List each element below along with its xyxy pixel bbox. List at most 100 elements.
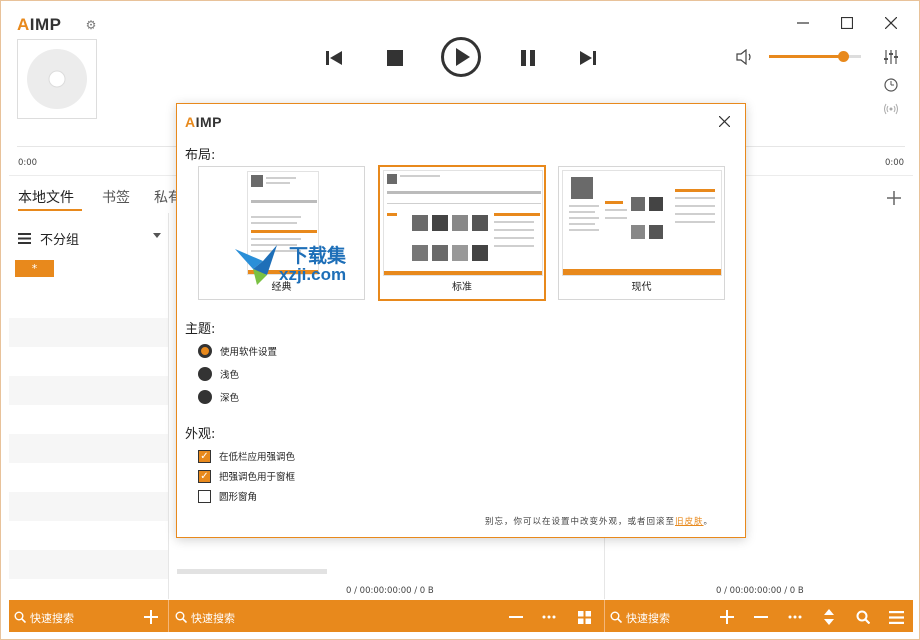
- layout-preview-modern: [562, 170, 722, 276]
- volume-speaker-icon[interactable]: [735, 47, 755, 67]
- previous-track-button[interactable]: [321, 45, 347, 71]
- maximize-button[interactable]: [831, 9, 863, 37]
- checkbox-unchecked[interactable]: [198, 489, 211, 503]
- stop-icon: [387, 50, 403, 66]
- layout-option-modern[interactable]: 现代: [558, 166, 725, 300]
- search-icon: [609, 610, 623, 624]
- app-logo: AIMP: [17, 15, 62, 34]
- group-selector-label[interactable]: 不分组: [40, 229, 79, 248]
- skip-previous-icon: [326, 51, 342, 65]
- list-stripe: [9, 318, 168, 347]
- minus-icon: [754, 616, 768, 618]
- dialog-logo: AIMP: [185, 114, 223, 130]
- radio-unselected[interactable]: [198, 367, 212, 381]
- playlist-star-button[interactable]: *: [15, 260, 54, 277]
- more-dots-icon: [542, 615, 556, 619]
- next-track-button[interactable]: [575, 45, 601, 71]
- tab-underline: [18, 209, 82, 211]
- plus-icon: [144, 610, 158, 624]
- theme-section-title: 主题:: [185, 322, 216, 337]
- tab-bookmarks[interactable]: 书签: [102, 187, 130, 207]
- volume-slider-fill: [769, 55, 843, 58]
- watermark-bird-icon: [235, 245, 277, 285]
- appearance-wizard-dialog: AIMP 布局: 经典 标准 现代 主题: 使用软件设置 浅色 深色 外观: ✓…: [176, 103, 746, 538]
- remove-button-middle[interactable]: [508, 609, 524, 625]
- list-stripe: [9, 550, 168, 579]
- skip-next-icon: [580, 51, 596, 65]
- add-button-right[interactable]: [719, 609, 735, 625]
- playlist-status-right: 0 / 00:00:00:00 / 0 B: [716, 586, 804, 596]
- pause-button[interactable]: [515, 45, 541, 71]
- search-input-right[interactable]: 快速搜索: [626, 610, 670, 626]
- main-menu-button[interactable]: [888, 609, 904, 625]
- minimize-button[interactable]: [787, 9, 819, 37]
- radio-unselected[interactable]: [198, 390, 212, 404]
- stop-button[interactable]: [382, 45, 408, 71]
- playlist-status-middle: 0 / 00:00:00:00 / 0 B: [346, 586, 434, 596]
- checkbox-checked[interactable]: ✓: [198, 449, 211, 463]
- aimp-main-window: AIMP ⚙ 0:00 0:00 本地文件 书签 私 不分组 * 0 / 00:…: [0, 0, 920, 640]
- layout-section-title: 布局:: [185, 148, 216, 163]
- horizontal-scrollbar[interactable]: [177, 569, 327, 574]
- disc-icon: [27, 49, 87, 109]
- plus-icon: [887, 191, 901, 205]
- sort-button[interactable]: [821, 608, 837, 626]
- checkbox-checked[interactable]: ✓: [198, 469, 211, 483]
- search-icon: [13, 610, 27, 624]
- menu-icon[interactable]: [17, 231, 31, 245]
- appearance-option-round-corners[interactable]: 圆形窗角: [198, 489, 257, 503]
- volume-slider[interactable]: [769, 51, 861, 62]
- equalizer-button[interactable]: [881, 47, 901, 67]
- search-input-left[interactable]: 快速搜索: [30, 610, 74, 626]
- appearance-option-accent-bottom[interactable]: ✓ 在低栏应用强调色: [198, 449, 295, 463]
- play-button[interactable]: [439, 35, 483, 79]
- magnifier-icon: [856, 610, 870, 624]
- layout-label-standard: 标准: [452, 282, 472, 293]
- legacy-skin-link[interactable]: 旧皮肤: [675, 517, 704, 527]
- chevron-down-icon[interactable]: [153, 233, 161, 238]
- theme-option-dark[interactable]: 深色: [198, 390, 239, 404]
- settings-gear-icon[interactable]: ⚙: [83, 17, 99, 33]
- column-divider-left: [168, 213, 169, 599]
- grid-icon: [577, 610, 591, 624]
- volume-slider-knob[interactable]: [837, 51, 849, 62]
- theme-option-light[interactable]: 浅色: [198, 367, 239, 381]
- hamburger-icon: [888, 610, 904, 624]
- watermark-text-cn: 下载集: [289, 246, 347, 267]
- add-tab-button[interactable]: [885, 189, 903, 207]
- clock-icon: [884, 78, 898, 92]
- appearance-option-accent-frame[interactable]: ✓ 把强调色用于窗框: [198, 469, 295, 483]
- radio-selected[interactable]: [198, 344, 212, 358]
- minimize-icon: [797, 22, 809, 24]
- more-button-right[interactable]: [787, 609, 803, 625]
- scheduler-button[interactable]: [881, 75, 901, 95]
- list-stripe: [9, 376, 168, 405]
- grid-view-button[interactable]: [576, 609, 592, 625]
- radio-broadcast-button[interactable]: [881, 99, 901, 119]
- broadcast-icon: [884, 103, 898, 115]
- close-icon: [718, 115, 730, 127]
- search-input-middle[interactable]: 快速搜索: [191, 610, 235, 626]
- layout-option-standard[interactable]: 标准: [378, 165, 546, 301]
- tab-private[interactable]: 私有: [154, 187, 176, 207]
- dialog-close-button[interactable]: [715, 112, 733, 130]
- search-icon: [174, 610, 188, 624]
- close-button[interactable]: [875, 9, 907, 37]
- bottom-divider: [168, 600, 169, 632]
- equalizer-icon: [884, 50, 898, 64]
- pause-icon: [521, 50, 535, 66]
- tab-local-files[interactable]: 本地文件: [18, 187, 74, 207]
- theme-option-system[interactable]: 使用软件设置: [198, 344, 277, 358]
- remove-button-right[interactable]: [753, 609, 769, 625]
- plus-icon: [720, 610, 734, 624]
- dialog-footnote: 别忘，你可以在设置中改变外观，或者回滚至旧皮肤。: [485, 517, 714, 527]
- appearance-section-title: 外观:: [185, 427, 216, 442]
- search-button-right[interactable]: [855, 609, 871, 625]
- watermark: 下载集 xzji.com: [233, 241, 373, 291]
- list-stripe: [9, 492, 168, 521]
- time-elapsed: 0:00: [18, 158, 38, 168]
- more-button-middle[interactable]: [541, 609, 557, 625]
- time-remaining: 0:00: [885, 158, 905, 168]
- bottom-divider: [604, 600, 605, 632]
- add-button-left[interactable]: [143, 609, 159, 625]
